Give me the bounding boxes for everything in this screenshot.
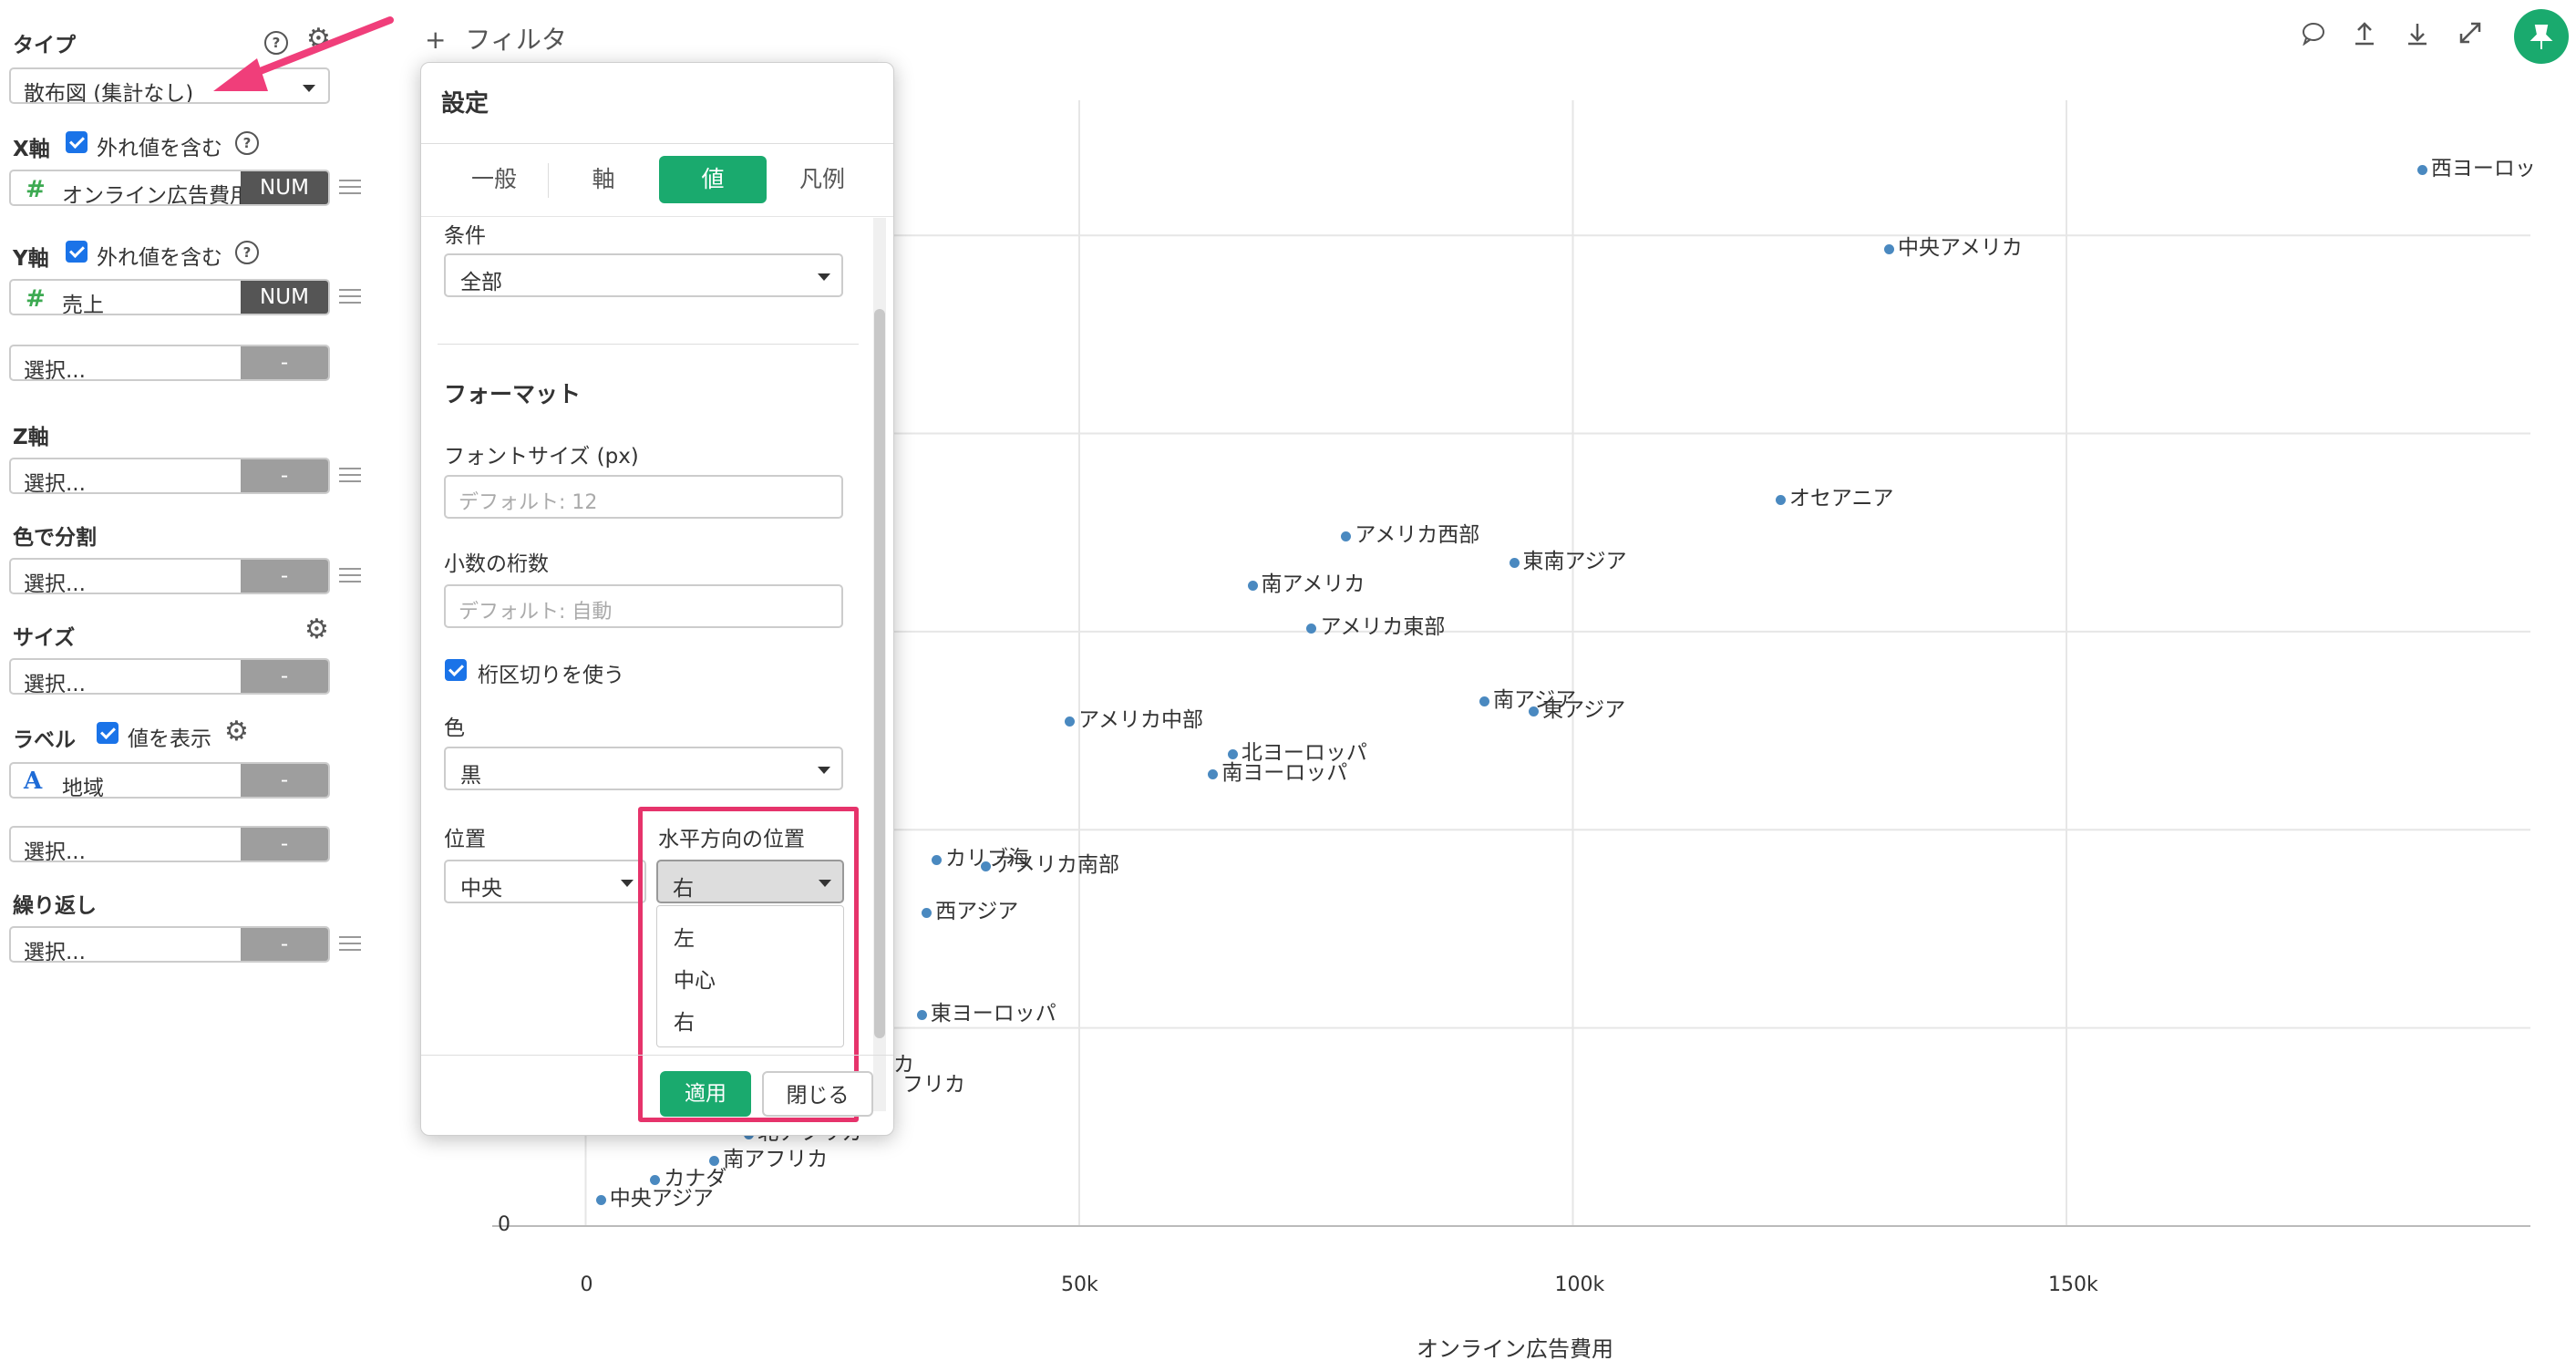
condition-label: 条件 — [444, 224, 486, 248]
tab-axis[interactable]: 軸 — [549, 156, 658, 203]
tab-value[interactable]: 値 — [659, 156, 767, 203]
color-label: 色 — [444, 716, 465, 740]
font-size-placeholder: デフォルト: 12 — [459, 491, 598, 514]
decimals-input[interactable]: デフォルト: 自動 — [444, 584, 843, 628]
thousands-separator-label: 桁区切りを使う — [478, 664, 624, 687]
apply-button[interactable]: 適用 — [660, 1071, 751, 1117]
condition-value: 全部 — [460, 271, 502, 294]
modal-title: 設定 — [441, 90, 489, 118]
divider — [421, 143, 893, 144]
divider — [421, 1055, 893, 1056]
settings-modal: 設定 一般 軸 値 凡例 条件 全部 フォーマット フォントサイズ (px) デ… — [420, 62, 894, 1136]
font-size-label: フォントサイズ (px) — [444, 445, 639, 469]
chevron-down-icon — [819, 880, 831, 887]
position-value: 中央 — [460, 877, 502, 901]
h-position-option-left[interactable]: 左 — [674, 921, 695, 952]
condition-select[interactable]: 全部 — [444, 253, 843, 297]
font-size-input[interactable]: デフォルト: 12 — [444, 475, 843, 519]
h-position-value: 右 — [673, 877, 694, 901]
divider — [438, 344, 859, 345]
divider — [421, 216, 893, 217]
close-button[interactable]: 閉じる — [762, 1071, 873, 1117]
scrollbar-thumb[interactable] — [874, 309, 885, 1038]
tab-general[interactable]: 一般 — [439, 156, 549, 203]
chevron-down-icon — [818, 767, 830, 774]
h-position-option-right[interactable]: 右 — [674, 1005, 695, 1036]
color-value: 黒 — [460, 764, 481, 788]
h-position-label: 水平方向の位置 — [658, 828, 805, 851]
position-select[interactable]: 中央 — [444, 860, 646, 903]
x-axis-title: オンライン広告費用 — [1417, 1336, 1613, 1362]
decimals-label: 小数の桁数 — [444, 552, 549, 576]
h-position-dropdown: 左 中心 右 — [656, 905, 844, 1047]
chevron-down-icon — [818, 273, 830, 281]
h-position-select[interactable]: 右 — [656, 860, 844, 903]
position-label: 位置 — [444, 828, 486, 851]
scatter-chart — [492, 100, 2530, 1227]
chevron-down-icon — [621, 880, 634, 887]
decimals-placeholder: デフォルト: 自動 — [459, 601, 613, 624]
thousands-separator-checkbox[interactable] — [445, 659, 467, 681]
color-select[interactable]: 黒 — [444, 747, 843, 790]
tab-legend[interactable]: 凡例 — [768, 156, 877, 203]
h-position-option-center[interactable]: 中心 — [674, 963, 716, 994]
format-heading: フォーマット — [444, 381, 582, 407]
